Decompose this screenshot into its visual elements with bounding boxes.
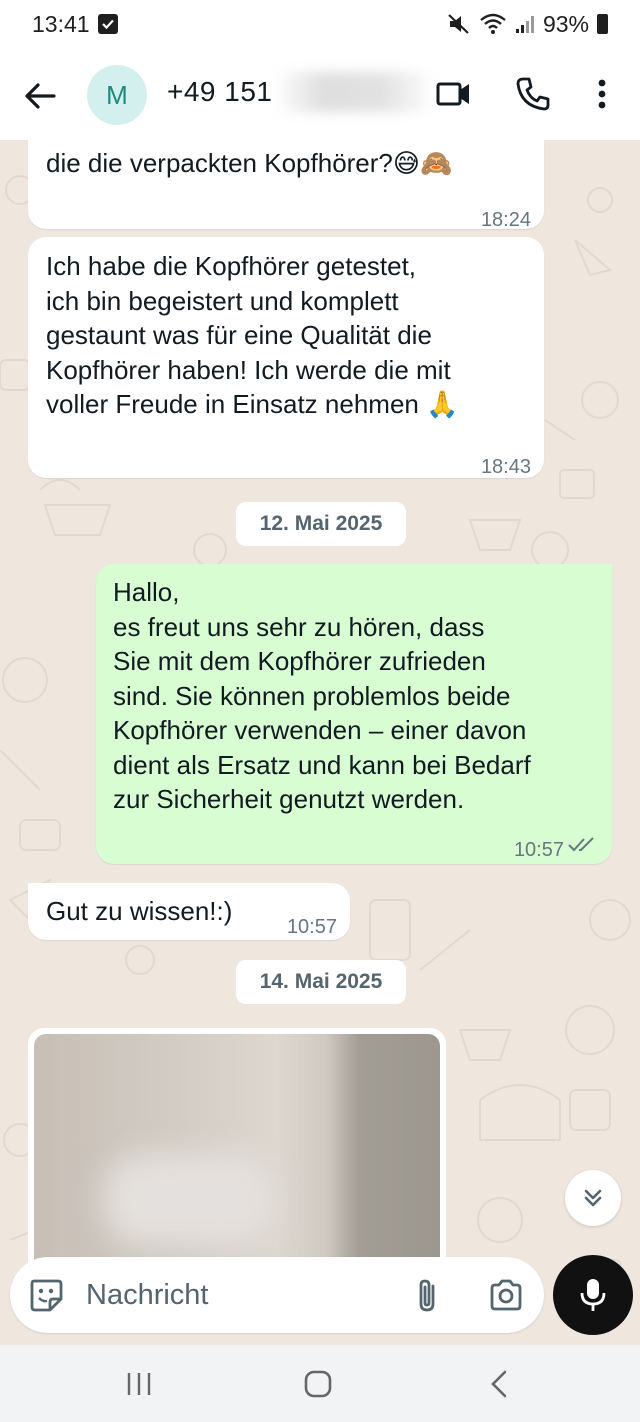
message-text: Gut zu wissen!:) bbox=[46, 896, 233, 926]
message-bubble-outgoing[interactable]: Hallo, es freut uns sehr zu hören, dass … bbox=[96, 564, 612, 864]
double-chevron-down-icon bbox=[584, 1189, 602, 1207]
message-time: 18:24 bbox=[480, 209, 531, 231]
image-blur-shape bbox=[104, 1154, 274, 1244]
message-composer bbox=[10, 1257, 544, 1333]
message-text: Hallo, es freut uns sehr zu hören, dass … bbox=[113, 577, 531, 814]
mute-icon bbox=[448, 14, 469, 34]
chat-area[interactable]: die die verpackten Kopfhörer?😅🙈 18:24 Ic… bbox=[0, 140, 640, 1345]
wifi-icon bbox=[480, 13, 506, 34]
phone-call-icon[interactable] bbox=[515, 76, 551, 112]
message-time: 10:57 bbox=[286, 916, 337, 938]
system-navigation-bar bbox=[0, 1345, 640, 1422]
avatar[interactable]: M bbox=[87, 65, 147, 125]
message-bubble-incoming[interactable]: Ich habe die Kopfhörer getestet, ich bin… bbox=[28, 237, 544, 478]
microphone-icon bbox=[580, 1279, 606, 1311]
status-bar: 13:41 93% bbox=[0, 0, 640, 48]
camera-icon[interactable] bbox=[488, 1278, 524, 1312]
home-icon[interactable] bbox=[303, 1369, 333, 1399]
voice-message-button[interactable] bbox=[553, 1255, 633, 1335]
nav-back-chevron-icon[interactable] bbox=[488, 1369, 510, 1399]
attachment-paperclip-icon[interactable] bbox=[413, 1277, 443, 1315]
avatar-letter: M bbox=[106, 79, 128, 110]
notification-check-icon bbox=[97, 14, 118, 34]
video-call-icon[interactable] bbox=[436, 78, 472, 110]
status-right: 93% bbox=[447, 11, 608, 38]
battery-percent: 93% bbox=[542, 10, 589, 37]
date-separator: 12. Mai 2025 bbox=[236, 502, 406, 546]
message-text: die die verpackten Kopfhörer?😅🙈 bbox=[46, 148, 453, 178]
redacted-name-blur bbox=[280, 72, 430, 112]
sticker-emoji-icon[interactable] bbox=[28, 1277, 64, 1313]
more-options-icon[interactable] bbox=[590, 76, 614, 112]
message-time: 18:43 bbox=[480, 456, 531, 478]
signal-icon bbox=[515, 16, 534, 33]
read-receipt-icon bbox=[568, 837, 594, 852]
battery-icon bbox=[597, 14, 608, 34]
image-message-bubble[interactable] bbox=[28, 1028, 446, 1268]
message-bubble-incoming[interactable]: die die verpackten Kopfhörer?😅🙈 18:24 bbox=[28, 140, 544, 231]
message-text: Ich habe die Kopfhörer getestet, ich bin… bbox=[46, 251, 459, 419]
message-input[interactable] bbox=[86, 1275, 386, 1315]
chat-header: M +49 151 bbox=[0, 48, 640, 140]
blurred-image[interactable] bbox=[34, 1034, 440, 1268]
scroll-to-bottom-button[interactable] bbox=[565, 1170, 621, 1226]
message-bubble-incoming[interactable]: Gut zu wissen!:) 10:57 bbox=[28, 883, 350, 940]
status-left: 13:41 bbox=[32, 11, 118, 38]
back-arrow-icon[interactable] bbox=[22, 78, 58, 114]
message-time: 10:57 bbox=[513, 839, 564, 861]
date-separator: 14. Mai 2025 bbox=[236, 960, 406, 1004]
recent-apps-icon[interactable] bbox=[125, 1370, 153, 1398]
status-time: 13:41 bbox=[32, 10, 90, 37]
contact-name[interactable]: +49 151 bbox=[167, 76, 273, 108]
